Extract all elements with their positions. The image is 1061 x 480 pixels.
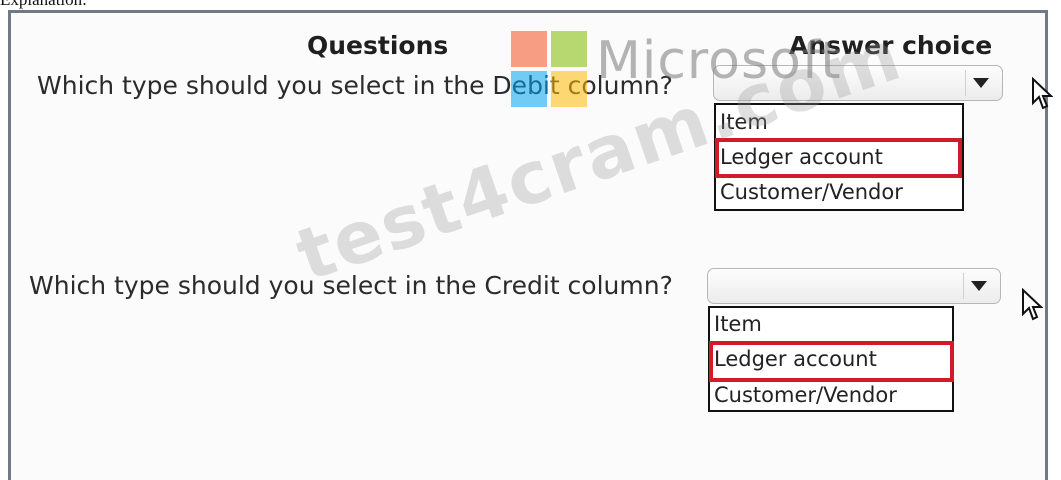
explanation-caption: Explanation: [0, 0, 87, 9]
questions-header: Questions [307, 31, 449, 60]
credit-answer-highlight [709, 341, 954, 382]
credit-option-customer-vendor[interactable]: Customer/Vendor [714, 380, 897, 410]
credit-type-dropdown[interactable] [707, 268, 1001, 304]
question-panel: Questions Answer choice Which type shoul… [8, 10, 1053, 480]
dropdown-arrow-icon[interactable] [965, 70, 996, 96]
debit-option-customer-vendor[interactable]: Customer/Vendor [720, 177, 903, 207]
credit-option-item[interactable]: Item [714, 309, 762, 339]
dropdown-arrow-icon[interactable] [963, 273, 994, 299]
credit-options-list: Item Ledger account Customer/Vendor [708, 306, 954, 412]
mouse-pointer-icon [1022, 288, 1043, 321]
mouse-pointer-icon [1032, 77, 1053, 110]
